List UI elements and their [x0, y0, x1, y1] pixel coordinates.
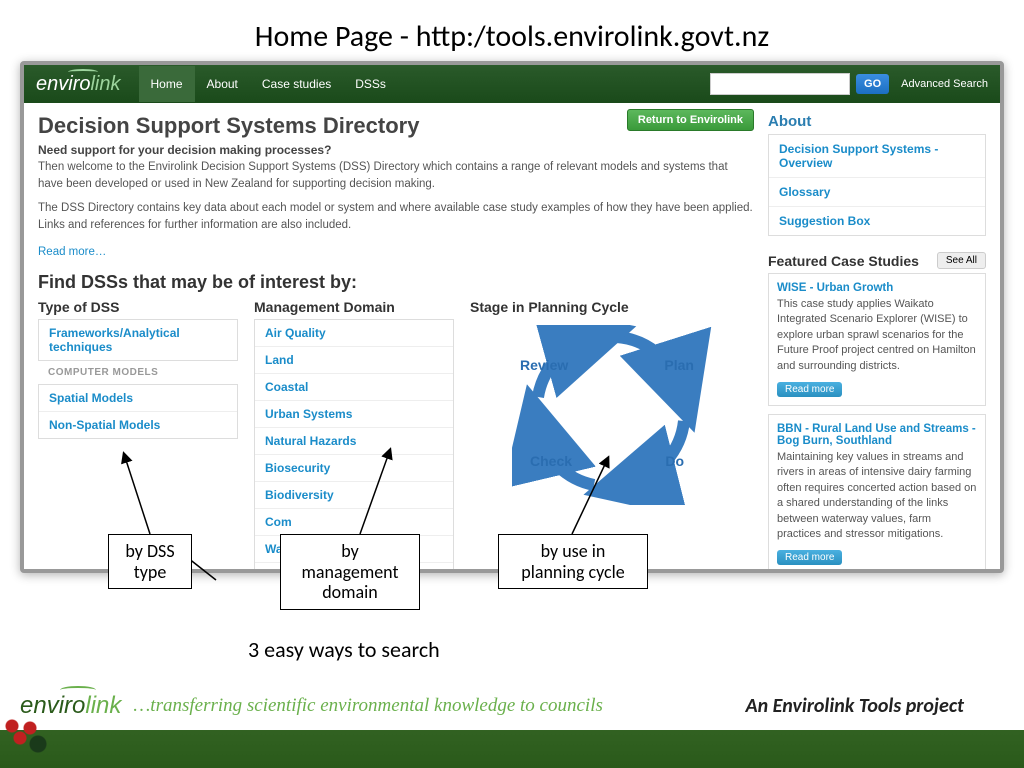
case-title-wise[interactable]: WISE - Urban Growth — [777, 282, 977, 294]
domain-coastal[interactable]: Coastal — [255, 374, 453, 401]
flower-decoration — [0, 678, 60, 768]
type-spatial-models[interactable]: Spatial Models — [39, 385, 237, 412]
nav-about[interactable]: About — [195, 66, 250, 102]
site-logo[interactable]: envirolink — [36, 73, 121, 96]
lead-question: Need support for your decision making pr… — [38, 143, 754, 157]
go-button[interactable]: GO — [856, 74, 889, 94]
sidebar: About Decision Support Systems - Overvie… — [768, 113, 986, 573]
search-input[interactable] — [710, 73, 850, 95]
find-heading: Find DSSs that may be of interest by: — [38, 272, 754, 293]
see-all-button[interactable]: See All — [937, 252, 986, 269]
nav-dsss[interactable]: DSSs — [343, 66, 398, 102]
annotation-dss-type: by DSS type — [108, 534, 192, 589]
nav-links: Home About Case studies DSSs — [139, 66, 398, 102]
cycle-plan[interactable]: Plan — [664, 357, 694, 373]
about-glossary[interactable]: Glossary — [769, 178, 985, 207]
footer-tagline: …transferring scientific environmental k… — [133, 695, 602, 717]
cycle-do[interactable]: Do — [665, 453, 684, 469]
case-title-bbn[interactable]: BBN - Rural Land Use and Streams - Bog B… — [777, 423, 977, 447]
type-subgroup-label: COMPUTER MODELS — [38, 361, 238, 384]
domain-heading: Management Domain — [254, 299, 454, 315]
slide-subtitle: 3 easy ways to search — [248, 636, 440, 663]
featured-heading: Featured Case Studies — [768, 253, 919, 269]
case-study-bbn: BBN - Rural Land Use and Streams - Bog B… — [768, 414, 986, 573]
domain-urban-systems[interactable]: Urban Systems — [255, 401, 453, 428]
lead-paragraph-2: The DSS Directory contains key data abou… — [38, 200, 754, 233]
case-readmore-wise[interactable]: Read more — [777, 382, 842, 397]
annotation-planning-cycle: by use in planning cycle — [498, 534, 648, 589]
domain-land[interactable]: Land — [255, 347, 453, 374]
case-desc-bbn: Maintaining key values in streams and ri… — [777, 450, 977, 542]
footer-white-bar: envirolink …transferring scientific envi… — [0, 682, 1024, 730]
return-envirolink-button[interactable]: Return to Envirolink — [627, 109, 754, 131]
slide-title: Home Page - http:/tools.envirolink.govt.… — [0, 0, 1024, 61]
nav-case-studies[interactable]: Case studies — [250, 66, 343, 102]
type-frameworks[interactable]: Frameworks/Analytical techniques — [39, 320, 237, 360]
about-suggestion-box[interactable]: Suggestion Box — [769, 207, 985, 235]
about-dss-overview[interactable]: Decision Support Systems - Overview — [769, 135, 985, 178]
read-more-link[interactable]: Read more… — [38, 246, 106, 258]
lead-paragraph-1: Then welcome to the Envirolink Decision … — [38, 159, 754, 192]
nav-home[interactable]: Home — [139, 66, 195, 102]
type-heading: Type of DSS — [38, 299, 238, 315]
project-note: An Envirolink Tools project — [745, 694, 964, 718]
cycle-heading: Stage in Planning Cycle — [470, 299, 754, 315]
domain-air-quality[interactable]: Air Quality — [255, 320, 453, 347]
about-heading: About — [768, 113, 986, 130]
case-desc-wise: This case study applies Waikato Integrat… — [777, 297, 977, 374]
annotation-mgmt-domain: by management domain — [280, 534, 420, 610]
search-area: GO Advanced Search — [710, 73, 988, 95]
case-readmore-bbn[interactable]: Read more — [777, 550, 842, 565]
type-non-spatial-models[interactable]: Non-Spatial Models — [39, 412, 237, 438]
advanced-search-link[interactable]: Advanced Search — [901, 78, 988, 90]
top-navbar: envirolink Home About Case studies DSSs … — [24, 65, 1000, 103]
case-study-wise: WISE - Urban Growth This case study appl… — [768, 273, 986, 406]
cycle-review[interactable]: Review — [520, 357, 568, 373]
